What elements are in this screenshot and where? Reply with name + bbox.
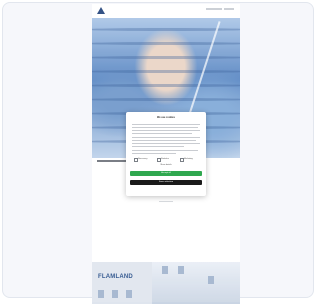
consent-branding <box>126 189 206 202</box>
consent-option-necessary[interactable]: Necessary <box>134 158 154 162</box>
consent-text-line <box>132 140 196 141</box>
consent-option-marketing[interactable]: Marketing <box>180 158 200 162</box>
save-selection-button[interactable]: Save selection <box>130 180 202 185</box>
consent-option-statistics[interactable]: Statistics <box>157 158 177 162</box>
consent-text-line <box>132 127 198 128</box>
consent-text-line <box>132 143 200 144</box>
consent-text-line <box>132 146 184 147</box>
consent-title: We use cookies <box>157 116 175 119</box>
consent-text-line <box>132 124 200 125</box>
consent-text-line <box>132 153 176 154</box>
cookie-consent-dialog: We use cookies Necessary Statistics Mark… <box>126 112 206 202</box>
accept-all-button[interactable]: Accept all <box>130 171 202 176</box>
consent-option-label: Statistics <box>161 158 170 160</box>
consent-text-line <box>132 150 198 151</box>
consent-option-label: Marketing <box>184 158 193 160</box>
consent-text-line <box>132 137 200 138</box>
consent-text-line <box>132 130 200 131</box>
consent-option-label: Necessary <box>138 158 148 160</box>
branding-mark <box>159 201 173 202</box>
show-details-link[interactable]: Show details <box>126 164 206 167</box>
consent-text-line <box>132 133 192 134</box>
